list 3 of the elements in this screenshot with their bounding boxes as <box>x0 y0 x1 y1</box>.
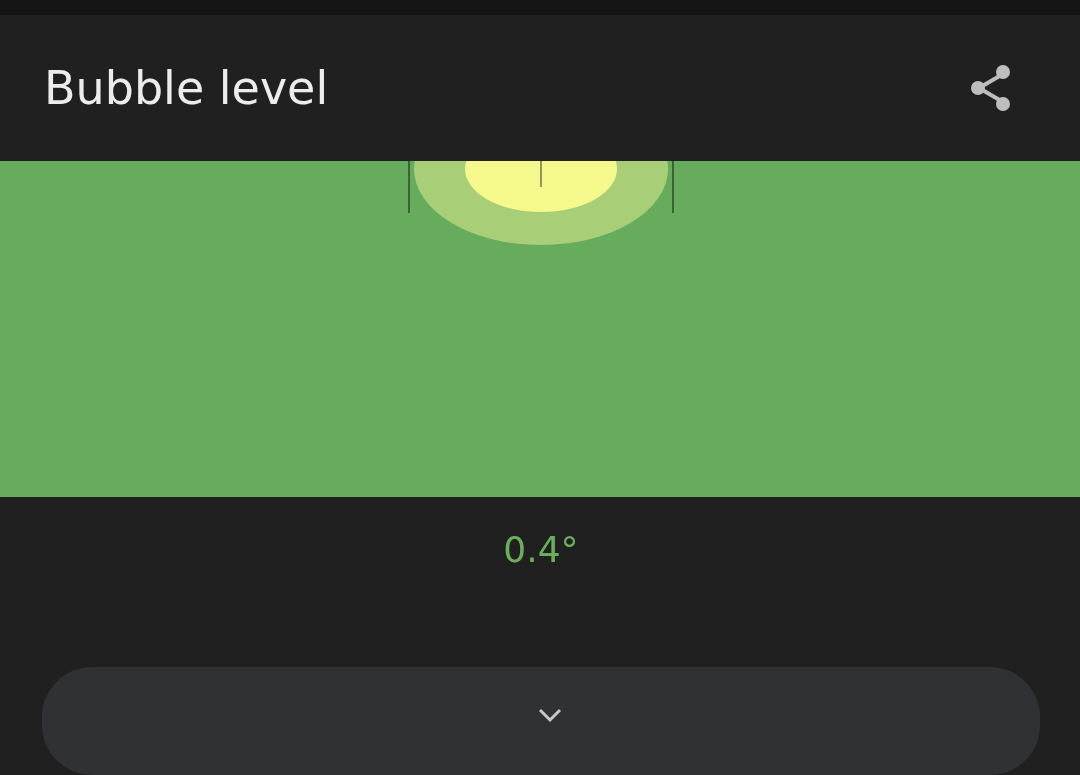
chevron-down-icon <box>537 707 563 724</box>
angle-reading: 0.4° <box>503 529 579 571</box>
app-title: Bubble level <box>44 60 329 115</box>
